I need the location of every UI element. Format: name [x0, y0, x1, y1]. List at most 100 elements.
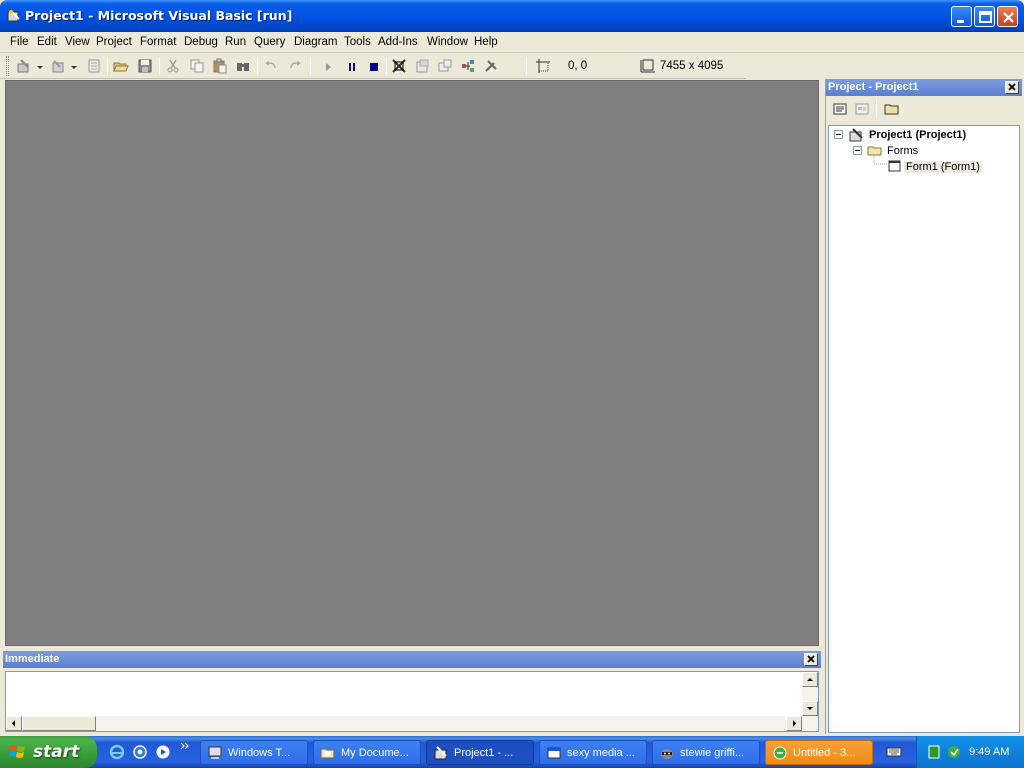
scroll-right-button[interactable]	[786, 716, 802, 731]
menu-project[interactable]: Project	[96, 36, 132, 48]
minimize-button[interactable]	[951, 6, 972, 27]
maximize-button[interactable]	[974, 6, 995, 27]
task-label: Untitled - 3...	[793, 747, 856, 759]
toolbar-grip[interactable]	[6, 56, 9, 76]
mdi-workspace[interactable]	[5, 80, 819, 646]
title-bar: Project1 - Microsoft Visual Basic [run]	[0, 0, 1024, 32]
close-icon[interactable]	[1005, 81, 1019, 94]
menu-bar: File Edit View Project Format Debug Run …	[0, 32, 1024, 53]
paste-icon[interactable]	[212, 58, 228, 74]
vb-app-icon[interactable]	[7, 9, 21, 23]
start-label: start	[33, 742, 80, 762]
task-label: Windows T...	[228, 747, 291, 759]
immediate-title: Immediate	[5, 653, 60, 665]
menu-tools[interactable]: Tools	[344, 36, 371, 48]
taskbar-button-windows[interactable]: Windows T...	[200, 740, 308, 765]
task-label: stewie griffi...	[680, 747, 744, 759]
toolbar-separator	[386, 57, 387, 75]
chat-icon	[772, 745, 788, 761]
project-explorer-toolbar	[826, 98, 1022, 122]
add-project-icon[interactable]	[16, 58, 32, 74]
menu-diagram[interactable]: Diagram	[294, 36, 337, 48]
taskbar: start Windows T... My Docume... Project1…	[0, 736, 1024, 768]
clock[interactable]: 9:49 AM	[969, 746, 1009, 758]
collapse-forms-toggle[interactable]	[853, 146, 862, 155]
properties-window-icon[interactable]	[414, 58, 430, 74]
taskbar-button-stewie[interactable]: stewie griffi...	[652, 740, 760, 765]
size-icon	[640, 58, 656, 74]
view-code-icon[interactable]	[832, 101, 848, 117]
project-explorer-title-bar[interactable]: Project - Project1	[826, 79, 1022, 96]
internet-explorer-icon[interactable]	[109, 744, 125, 760]
redo-icon[interactable]	[287, 58, 303, 74]
scroll-up-button[interactable]	[802, 672, 818, 687]
menu-format[interactable]: Format	[140, 36, 176, 48]
horizontal-scrollbar[interactable]	[6, 716, 818, 731]
tree-node-project[interactable]: Project1 (Project1)	[869, 129, 966, 141]
taskbar-button-my-documents[interactable]: My Docume...	[313, 740, 421, 765]
toolbox-icon[interactable]	[483, 58, 499, 74]
menu-editor-icon[interactable]	[86, 58, 102, 74]
view-object-icon[interactable]	[854, 101, 870, 117]
menu-view[interactable]: View	[65, 36, 90, 48]
collapse-project-toggle[interactable]	[834, 130, 843, 139]
project-explorer-icon[interactable]	[391, 58, 407, 74]
network-icon[interactable]	[946, 744, 962, 760]
toggle-folders-icon[interactable]	[884, 101, 900, 117]
immediate-input[interactable]	[5, 671, 819, 732]
start-button[interactable]: start	[0, 736, 97, 768]
windows-logo-icon	[9, 743, 27, 761]
open-folder-icon[interactable]	[113, 58, 129, 74]
undo-icon[interactable]	[263, 58, 279, 74]
vb-project-icon	[849, 127, 865, 143]
task-label: My Docume...	[341, 747, 409, 759]
scroll-thumb[interactable]	[22, 716, 96, 731]
scroll-left-button[interactable]	[6, 716, 22, 731]
menu-debug[interactable]: Debug	[184, 36, 218, 48]
taskbar-button-project1[interactable]: Project1 - ...	[426, 740, 534, 765]
run-icon[interactable]	[320, 58, 336, 74]
immediate-title-bar[interactable]: Immediate	[3, 651, 821, 668]
stop-icon[interactable]	[366, 58, 382, 74]
raccoon-icon	[659, 745, 675, 761]
cut-icon[interactable]	[165, 58, 181, 74]
save-icon[interactable]	[137, 58, 153, 74]
toolbar-separator	[526, 57, 527, 75]
taskbar-button-untitled[interactable]: Untitled - 3...	[765, 740, 873, 765]
vertical-scrollbar[interactable]	[802, 672, 818, 716]
pause-icon[interactable]	[344, 58, 360, 74]
copy-icon[interactable]	[189, 58, 205, 74]
menu-run[interactable]: Run	[225, 36, 246, 48]
vb-icon	[433, 745, 449, 761]
chevron-down-icon[interactable]	[36, 58, 44, 74]
menu-query[interactable]: Query	[254, 36, 285, 48]
tray-app-icon[interactable]	[926, 744, 942, 760]
project-explorer-title: Project - Project1	[828, 81, 919, 93]
position-icon	[535, 58, 551, 74]
menu-window[interactable]: Window	[427, 36, 468, 48]
toolbar-separator	[310, 57, 311, 75]
menu-addins[interactable]: Add-Ins	[378, 36, 418, 48]
tree-node-forms[interactable]: Forms	[887, 145, 918, 157]
quicklaunch-chevron-icon[interactable]	[180, 741, 190, 757]
show-desktop-icon[interactable]	[132, 744, 148, 760]
window-icon	[546, 745, 562, 761]
chevron-down-icon[interactable]	[70, 58, 78, 74]
find-icon[interactable]	[235, 58, 251, 74]
project-tree: Project1 (Project1) Forms Form1 (Form1)	[828, 125, 1020, 733]
keyboard-icon[interactable]	[886, 744, 902, 760]
task-label: sexy media ...	[567, 747, 635, 759]
add-form-icon[interactable]	[50, 58, 66, 74]
menu-help[interactable]: Help	[474, 36, 498, 48]
tree-node-form1[interactable]: Form1 (Form1)	[904, 161, 982, 173]
taskbar-button-sexy-media[interactable]: sexy media ...	[539, 740, 647, 765]
scroll-down-button[interactable]	[802, 701, 818, 716]
toolbar-separator	[876, 100, 877, 118]
close-icon[interactable]	[804, 653, 818, 666]
media-player-icon[interactable]	[155, 744, 171, 760]
form-layout-icon[interactable]	[437, 58, 453, 74]
object-browser-icon[interactable]	[460, 58, 476, 74]
close-button[interactable]	[997, 6, 1018, 27]
menu-edit[interactable]: Edit	[37, 36, 57, 48]
menu-file[interactable]: File	[10, 36, 29, 48]
